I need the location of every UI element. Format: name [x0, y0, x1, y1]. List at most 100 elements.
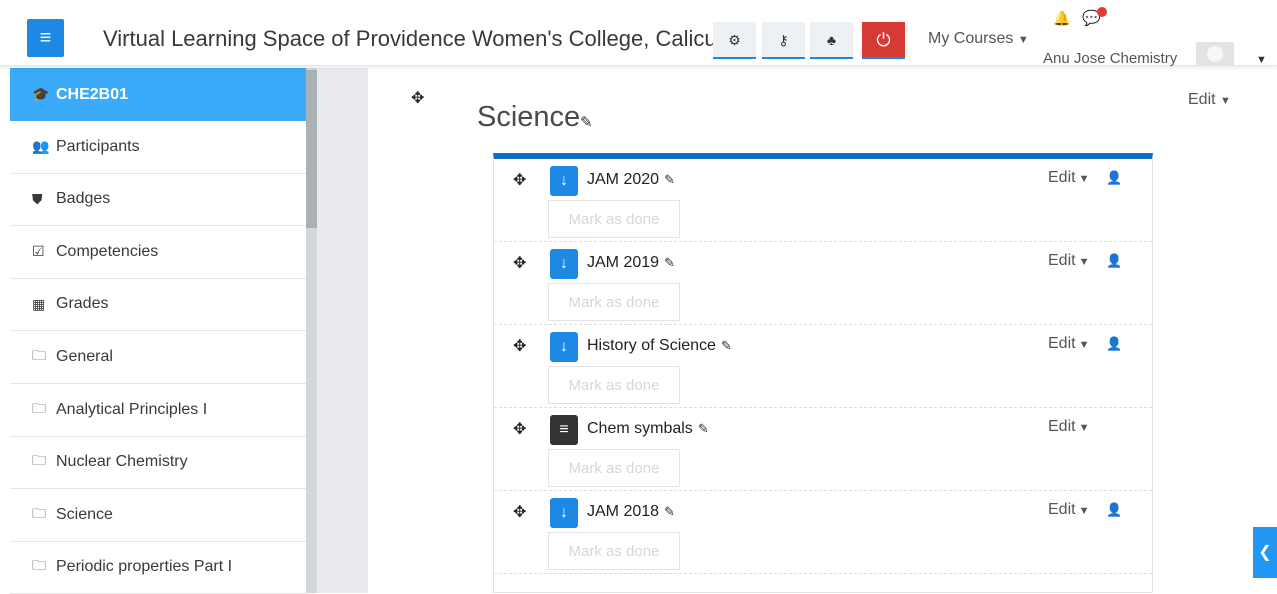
- folder-icon: 🗀: [32, 399, 46, 416]
- caret-down-icon: ▼: [1017, 34, 1029, 46]
- activity-edit-menu[interactable]: Edit ▼: [1048, 335, 1090, 353]
- sidebar-item-label: Nuclear Chemistry: [56, 453, 188, 471]
- pencil-icon[interactable]: ✎: [664, 255, 675, 270]
- sidebar-item-science[interactable]: 🗀 Science: [10, 489, 306, 542]
- pencil-icon[interactable]: ✎: [698, 421, 709, 436]
- hamburger-icon[interactable]: ≡: [27, 19, 64, 57]
- sidebar-item-label: General: [56, 348, 113, 365]
- sidebar-item-competencies[interactable]: ☑ Competencies: [10, 226, 306, 279]
- sidebar-item-label: Periodic properties Part I: [56, 558, 233, 576]
- power-icon[interactable]: ⏻: [862, 22, 905, 59]
- mark-as-done-button[interactable]: Mark as done: [548, 283, 680, 321]
- my-courses-menu[interactable]: My Courses ▼: [928, 30, 1029, 48]
- user-icon[interactable]: 👤: [1106, 502, 1122, 518]
- caret-down-icon: ▼: [1220, 95, 1231, 107]
- assignment-icon[interactable]: ↓: [550, 332, 578, 362]
- cogs-icon[interactable]: ⚙: [713, 22, 756, 59]
- caret-down-icon: ▼: [1075, 339, 1090, 351]
- folder-icon: 🗀: [32, 452, 46, 469]
- edit-label: Edit: [1048, 169, 1076, 186]
- sitemap-icon[interactable]: ♣: [810, 22, 853, 59]
- caret-down-icon: ▼: [1075, 256, 1090, 268]
- activity-link[interactable]: History of Science ✎: [587, 337, 732, 355]
- edit-label: Edit: [1048, 501, 1076, 518]
- activity-edit-menu[interactable]: Edit ▼: [1048, 501, 1090, 519]
- assignment-icon[interactable]: ↓: [550, 166, 578, 196]
- pencil-icon[interactable]: ✎: [664, 504, 675, 519]
- caret-down-icon: ▼: [1075, 505, 1090, 517]
- sidebar-item-che2b01[interactable]: 🎓 CHE2B01: [10, 68, 306, 121]
- sidebar-item-label: CHE2B01: [56, 85, 129, 103]
- bell-icon[interactable]: 🔔: [1053, 10, 1070, 27]
- drawer-toggle-button[interactable]: ❮: [1253, 527, 1277, 578]
- activity-edit-menu[interactable]: Edit ▼: [1048, 252, 1090, 270]
- sidebar-item-label: Science: [56, 505, 113, 523]
- my-courses-label: My Courses: [928, 30, 1014, 47]
- move-activity-icon[interactable]: ✥: [513, 336, 526, 356]
- pencil-icon[interactable]: ✎: [580, 113, 593, 131]
- edit-label: Edit: [1048, 418, 1076, 435]
- activity-row: ✥ ↓ JAM 2020 ✎ Edit ▼ 👤 Mark as done: [494, 159, 1152, 242]
- activity-name: History of Science: [587, 337, 716, 354]
- caret-down-icon: ▼: [1075, 422, 1090, 434]
- user-icon[interactable]: 👤: [1106, 170, 1122, 186]
- section-edit-menu[interactable]: Edit ▼: [1188, 91, 1231, 109]
- user-icon[interactable]: 👤: [1106, 336, 1122, 352]
- activity-edit-menu[interactable]: Edit ▼: [1048, 169, 1090, 187]
- activity-name: JAM 2020: [587, 171, 660, 188]
- mark-as-done-button[interactable]: Mark as done: [548, 366, 680, 404]
- file-icon[interactable]: ≡: [550, 415, 578, 445]
- users-icon: 👥: [32, 138, 50, 155]
- move-section-icon[interactable]: ✥: [411, 88, 424, 108]
- caret-down-icon: ▼: [1075, 173, 1090, 185]
- sidebar-item-label: Analytical Principles I: [56, 400, 208, 418]
- mark-as-done-button[interactable]: Mark as done: [548, 449, 680, 487]
- move-activity-icon[interactable]: ✥: [513, 253, 526, 273]
- activity-edit-menu[interactable]: Edit ▼: [1048, 418, 1090, 436]
- avatar[interactable]: [1196, 42, 1234, 66]
- activity-link[interactable]: JAM 2019 ✎: [587, 254, 675, 272]
- activity-link[interactable]: JAM 2020 ✎: [587, 171, 675, 189]
- edit-label: Edit: [1188, 91, 1216, 108]
- activity-name: JAM 2018: [587, 503, 660, 520]
- move-activity-icon[interactable]: ✥: [513, 170, 526, 190]
- key-icon[interactable]: ⚷: [762, 22, 805, 59]
- pencil-icon[interactable]: ✎: [664, 172, 675, 187]
- sidebar-item-badges[interactable]: ⛊ Badges: [10, 173, 306, 227]
- mark-as-done-button[interactable]: Mark as done: [548, 532, 680, 570]
- sidebar-item-periodic-properties-part-i[interactable]: 🗀 Periodic properties Part I: [10, 541, 306, 594]
- user-icon[interactable]: 👤: [1106, 253, 1122, 269]
- sidebar-item-participants[interactable]: 👥 Participants: [10, 121, 306, 174]
- activity-row: ✥ ≡ Chem symbals ✎ Edit ▼ Mark as done: [494, 408, 1152, 491]
- sidebar-gutter: [317, 68, 368, 593]
- assignment-icon[interactable]: ↓: [550, 498, 578, 528]
- edit-label: Edit: [1048, 252, 1076, 269]
- sidebar-item-nuclear-chemistry[interactable]: 🗀 Nuclear Chemistry: [10, 436, 306, 490]
- sidebar-scrollbar-thumb[interactable]: [306, 70, 317, 228]
- activity-link[interactable]: JAM 2018 ✎: [587, 503, 675, 521]
- check-square-icon: ☑: [32, 243, 45, 260]
- activity-row: ✥ ↓ JAM 2019 ✎ Edit ▼ 👤 Mark as done: [494, 242, 1152, 325]
- move-activity-icon[interactable]: ✥: [513, 502, 526, 522]
- folder-icon: 🗀: [32, 557, 46, 574]
- sidebar-item-label: Badges: [56, 190, 111, 208]
- sidebar-item-label: Grades: [56, 295, 109, 313]
- folder-icon: 🗀: [32, 347, 46, 363]
- activity-link[interactable]: Chem symbals ✎: [587, 420, 709, 438]
- activity-list: ✥ ↓ JAM 2020 ✎ Edit ▼ 👤 Mark as done ✥ ↓ JAM 2019…: [493, 153, 1153, 593]
- assignment-icon[interactable]: ↓: [550, 249, 578, 279]
- site-title[interactable]: Virtual Learning Space of Providence Wom…: [103, 26, 723, 52]
- graduation-cap-icon: 🎓: [32, 86, 50, 102]
- top-navbar: ≡ Virtual Learning Space of Providence W…: [0, 0, 1277, 67]
- pencil-icon[interactable]: ✎: [721, 338, 732, 353]
- sidebar-item-grades[interactable]: ▦ Grades: [10, 278, 306, 332]
- activity-row: ✥ ↓ JAM 2018 ✎ Edit ▼ 👤 Mark as done: [494, 491, 1152, 574]
- folder-icon: 🗀: [32, 504, 46, 521]
- activity-name: JAM 2019: [587, 254, 660, 271]
- sidebar-item-general[interactable]: 🗀 General: [10, 331, 306, 384]
- user-name[interactable]: Anu Jose Chemistry: [1043, 50, 1177, 67]
- mark-as-done-button[interactable]: Mark as done: [548, 200, 680, 238]
- move-activity-icon[interactable]: ✥: [513, 419, 526, 439]
- sidebar-item-analytical-principles-i[interactable]: 🗀 Analytical Principles I: [10, 384, 306, 437]
- user-menu-caret-icon[interactable]: ▼: [1256, 54, 1267, 66]
